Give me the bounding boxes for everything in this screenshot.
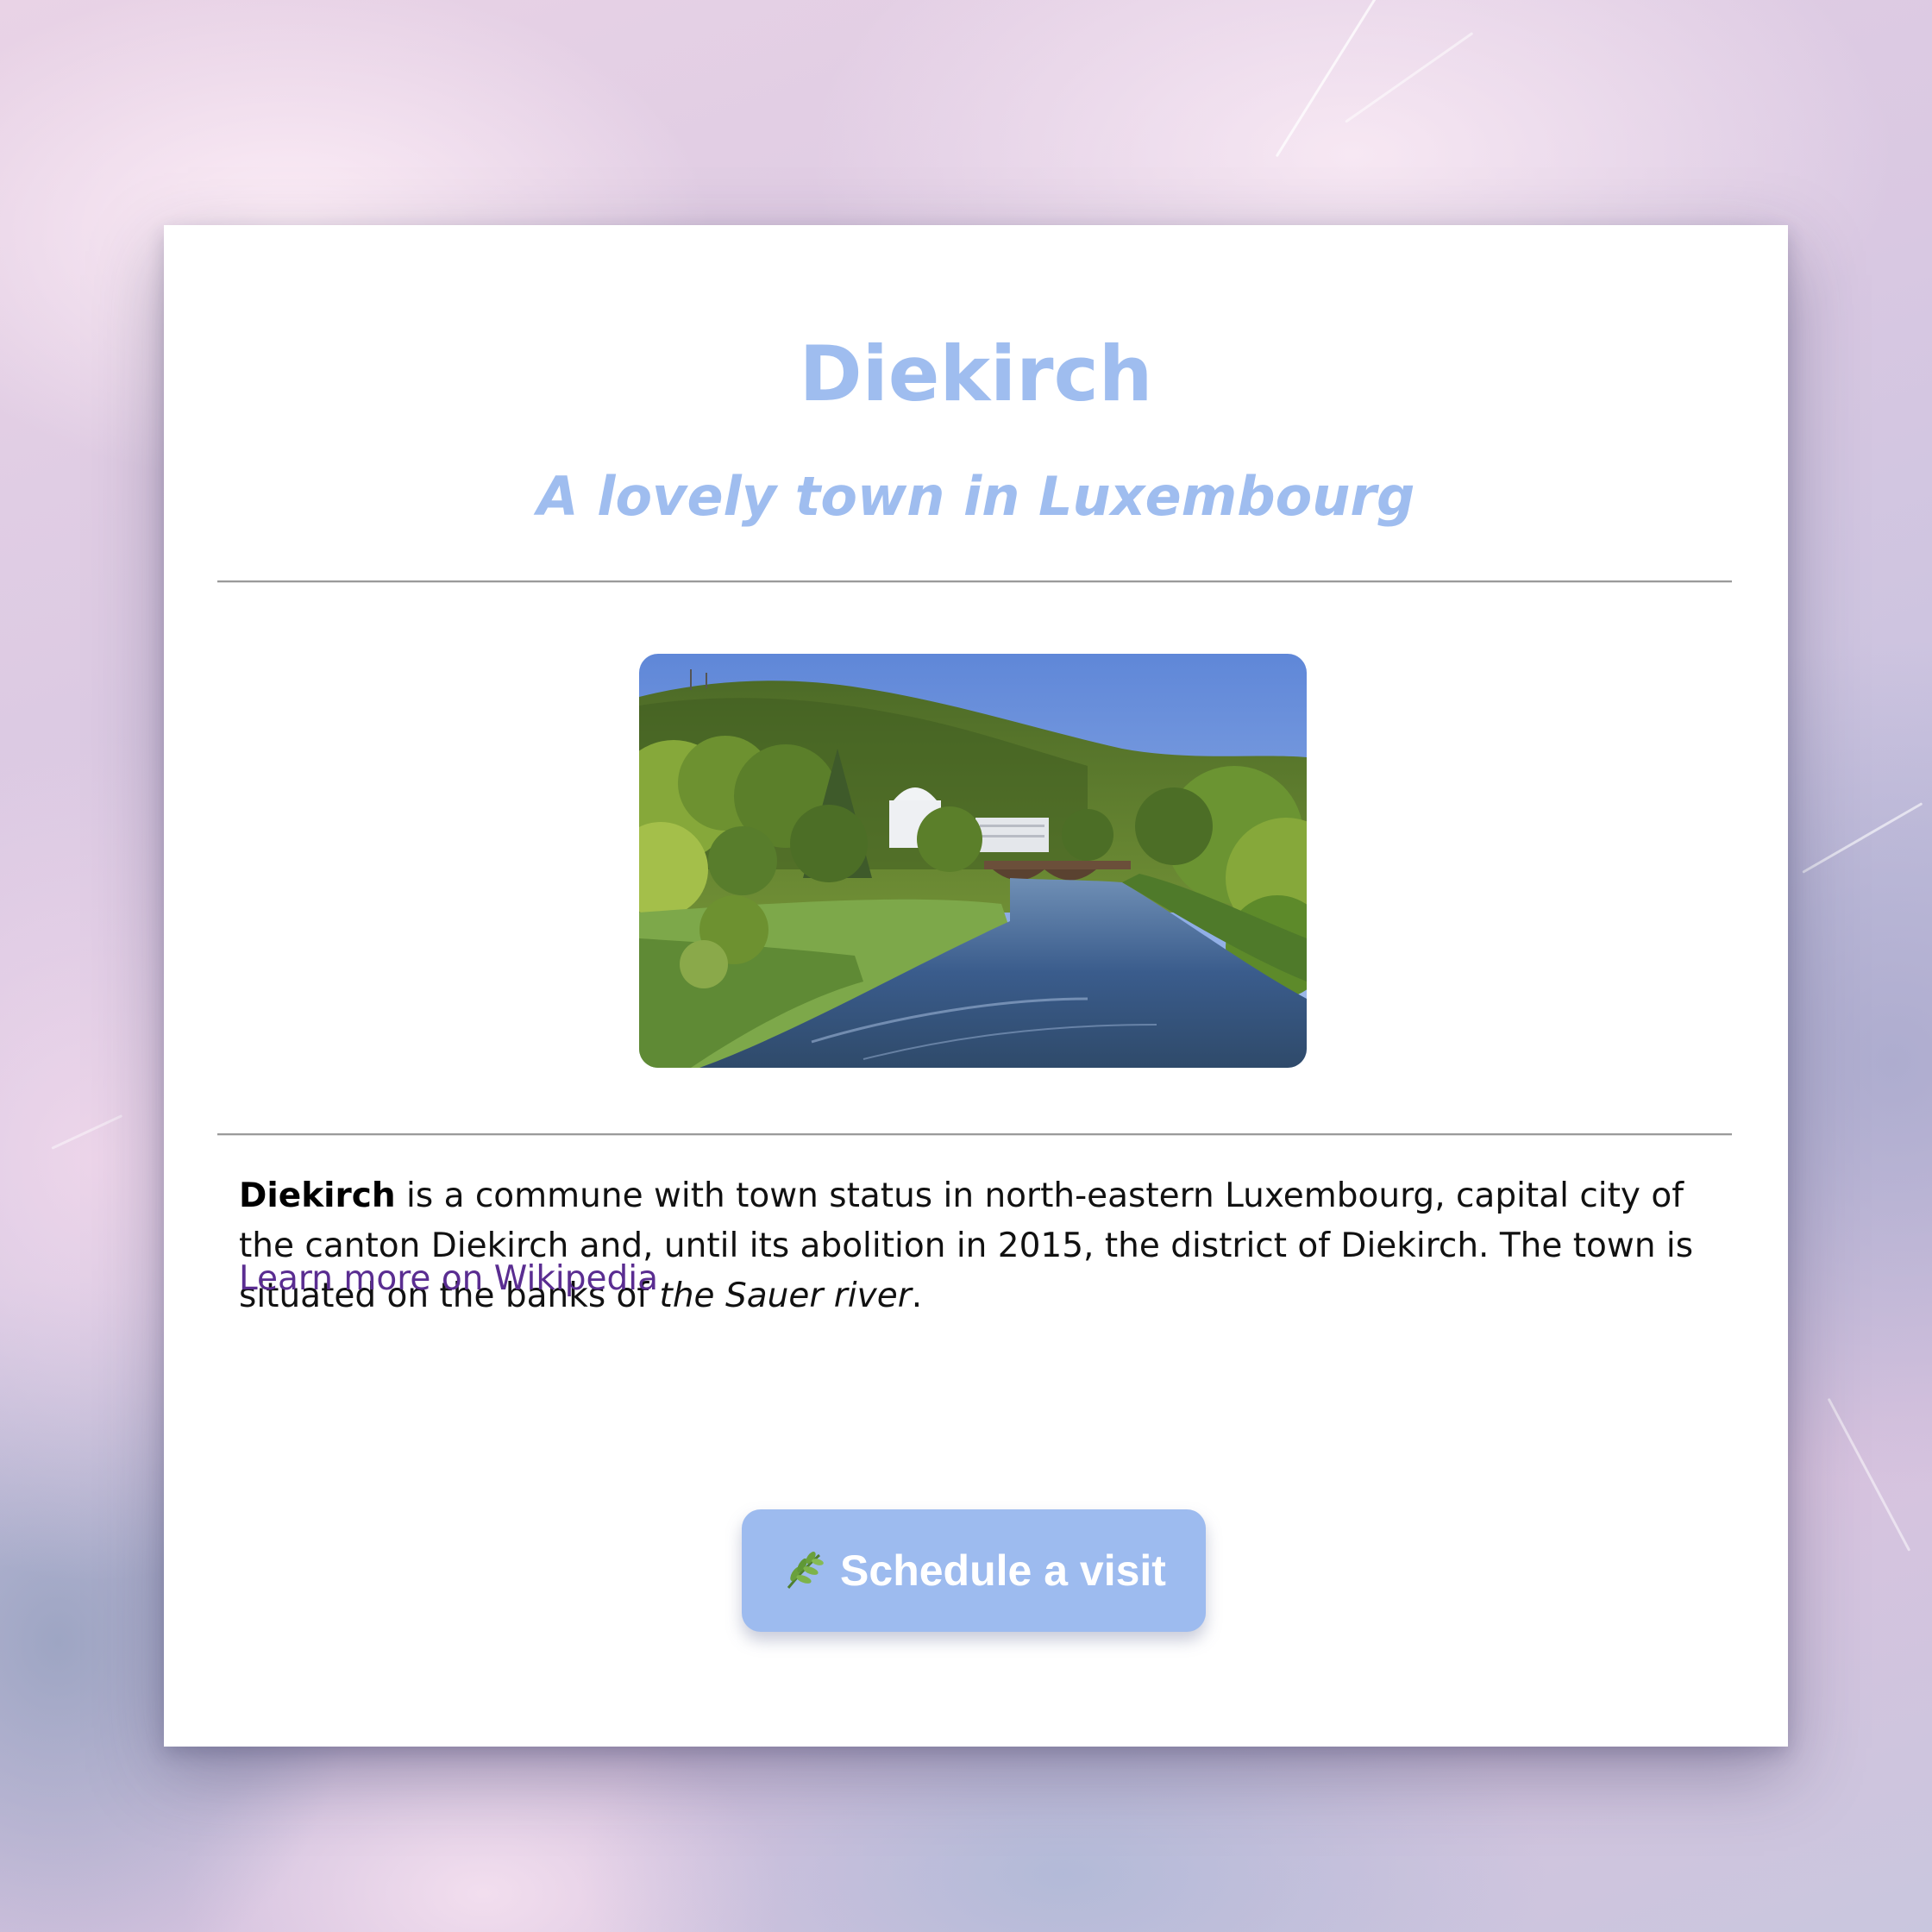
bottom-divider: [217, 1133, 1732, 1136]
town-card: Diekirch A lovely town in Luxembourg Die…: [164, 225, 1788, 1747]
background-streak: [51, 1114, 123, 1150]
page-title: Diekirch: [799, 329, 1153, 418]
page-subtitle: A lovely town in Luxembourg: [536, 465, 1415, 528]
wikipedia-link[interactable]: Learn more on Wikipedia: [239, 1254, 658, 1304]
schedule-visit-label: Schedule a visit: [840, 1546, 1166, 1595]
schedule-visit-button[interactable]: Schedule a visit: [742, 1509, 1206, 1632]
background-streak: [1345, 32, 1474, 123]
background-streak: [1275, 0, 1397, 158]
herb-leaf-icon: [781, 1548, 826, 1593]
river-landscape-photo: [639, 654, 1307, 1068]
top-divider: [217, 580, 1732, 583]
background-streak: [1827, 1397, 1911, 1552]
description-end: .: [911, 1276, 923, 1315]
background-streak: [1802, 802, 1923, 874]
river-name-italic: the Sauer river: [659, 1276, 912, 1315]
town-name-bold: Diekirch: [239, 1176, 396, 1215]
